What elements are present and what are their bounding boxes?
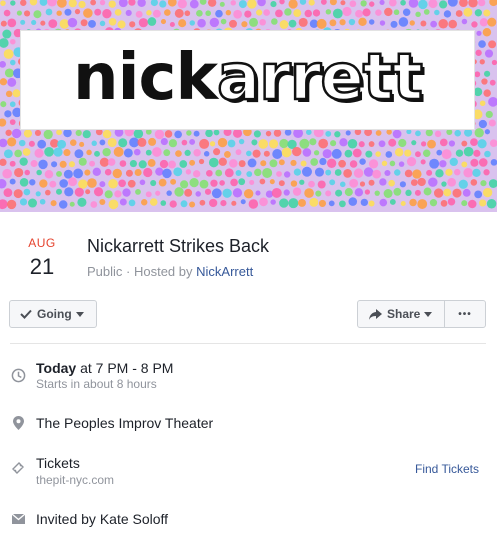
ticket-icon [10,460,26,476]
logo-text-outline: arrett [216,40,424,117]
map-pin-icon [10,415,26,431]
tickets-site: thepit-nyc.com [36,473,115,487]
tickets-label: Tickets [36,455,80,471]
logo-card: nickarrett [20,30,475,130]
going-label: Going [37,307,72,321]
time-day: Today [36,360,77,376]
find-tickets-link[interactable]: Find Tickets [415,462,479,476]
date-day: 21 [29,254,55,279]
share-button[interactable]: Share [357,300,445,328]
event-meta: Public · Hosted by NickArrett [87,264,253,279]
event-cover-photo: nickarrett [0,0,497,212]
share-arrow-icon [369,308,382,320]
nickarrett-logo: nickarrett [21,40,474,117]
date-month: AUG [28,236,56,250]
divider [10,343,486,344]
event-title: Nickarrett Strikes Back [87,236,270,256]
host-link[interactable]: NickArrett [196,264,253,279]
chevron-down-icon [75,311,84,317]
logo-text-solid: nick [73,41,218,115]
clock-icon [10,367,26,383]
chevron-down-icon [424,311,433,317]
share-label: Share [387,307,421,321]
hosted-by-text: · Hosted by [122,264,197,279]
more-options-icon: ••• [458,308,472,320]
location-link[interactable]: The Peoples Improv Theater [36,415,213,431]
more-options-button[interactable]: ••• [444,300,486,328]
privacy-label: Public [87,264,123,279]
event-date: AUG 21 [22,236,62,280]
checkmark-icon [20,309,32,319]
envelope-icon [10,511,26,527]
going-button[interactable]: Going [9,300,97,328]
time-range: at 7 PM - 8 PM [76,360,174,376]
invited-by-text: Invited by Kate Soloff [36,511,169,527]
event-time[interactable]: Today at 7 PM - 8 PM [36,360,173,376]
time-countdown: Starts in about 8 hours [36,377,157,391]
